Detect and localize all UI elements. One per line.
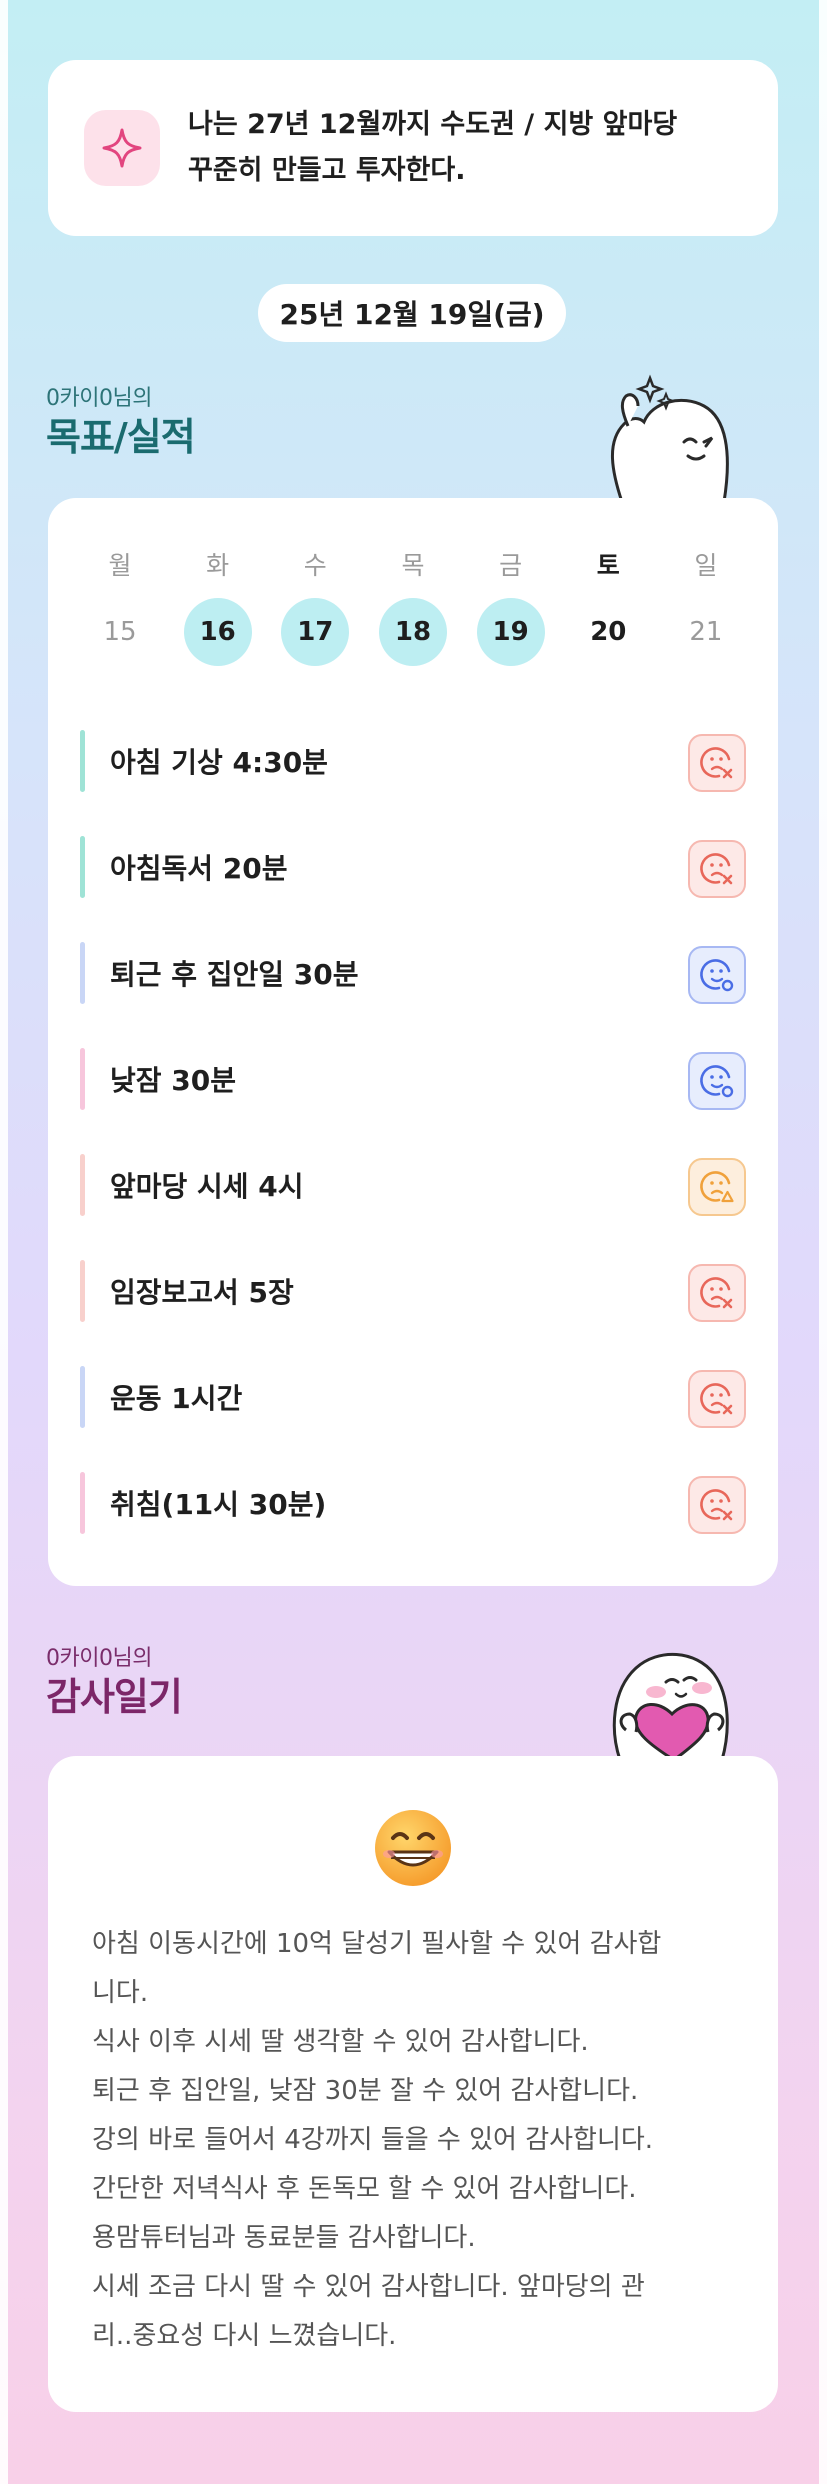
gratitude-line: 강의 바로 들어서 4강까지 들을 수 있어 감사합니다. <box>92 2125 654 2155</box>
ok-face-icon[interactable] <box>688 1052 746 1110</box>
task-label: 앞마당 시세 4시 <box>110 1170 304 1203</box>
ghost-mascot-icon <box>592 372 752 506</box>
task-color-bar <box>80 1048 85 1110</box>
gratitude-card: 아침 이동시간에 10억 달성기 필사할 수 있어 감사합 니다. 식사 이후 … <box>48 1756 778 2412</box>
task-label: 임장보고서 5장 <box>110 1276 294 1309</box>
date-selector[interactable]: 25년 12월 19일(금) <box>258 284 566 342</box>
gratitude-line: 간단한 저녁식사 후 돈독모 할 수 있어 감사합니다. <box>92 2174 637 2204</box>
date-cell[interactable]: 21 <box>672 598 740 666</box>
fail-face-icon[interactable] <box>688 840 746 898</box>
task-color-bar <box>80 1366 85 1428</box>
task-color-bar <box>80 1472 85 1534</box>
gratitude-line: 식사 이후 시세 딸 생각할 수 있어 감사합니다. <box>92 2027 589 2057</box>
task-row[interactable]: 아침 기상 4:30분 <box>80 708 746 814</box>
weekday-label: 수 <box>303 551 327 580</box>
weekday-label: 일 <box>694 551 718 580</box>
goal-statement: 나는 27년 12월까지 수도권 / 지방 앞마당 꾸준히 만들고 투자한다. <box>188 102 677 194</box>
weekday-label: 화 <box>206 551 230 580</box>
ghost-heart-mascot-icon <box>592 1634 752 1764</box>
task-color-bar <box>80 730 85 792</box>
task-label: 아침독서 20분 <box>110 852 288 885</box>
sparkle-icon <box>84 110 160 186</box>
gratitude-line: 용맘튜터님과 동료분들 감사합니다. <box>92 2223 476 2253</box>
goal-line: 꾸준히 만들고 투자한다. <box>188 155 466 186</box>
weekday-label: 토 <box>596 551 620 580</box>
task-row[interactable]: 아침독서 20분 <box>80 814 746 920</box>
page: 나는 27년 12월까지 수도권 / 지방 앞마당 꾸준히 만들고 투자한다. … <box>0 0 827 2484</box>
date-cell-completed[interactable]: 16 <box>183 598 252 666</box>
date-cell-completed[interactable]: 18 <box>378 598 447 666</box>
date-cell-today[interactable]: 20 <box>574 598 642 666</box>
weekday-header: 월 화 수 목 금 토 일 <box>86 546 740 582</box>
fail-face-icon[interactable] <box>688 1476 746 1534</box>
gratitude-line: 시세 조금 다시 딸 수 있어 감사합니다. 앞마당의 관 <box>92 2272 645 2302</box>
gratitude-text: 아침 이동시간에 10억 달성기 필사할 수 있어 감사합 니다. 식사 이후 … <box>92 1920 738 2361</box>
task-row[interactable]: 퇴근 후 집안일 30분 <box>80 920 746 1026</box>
gratitude-line: 리..중요성 다시 느꼈습니다. <box>92 2321 397 2351</box>
gratitude-line: 아침 이동시간에 10억 달성기 필사할 수 있어 감사합 <box>92 1929 662 1959</box>
goal-line: 나는 27년 12월까지 수도권 / 지방 앞마당 <box>188 109 678 140</box>
task-list: 아침 기상 4:30분 아침독서 20분 퇴근 후 집안일 30분 낮잠 30분 <box>80 708 746 1556</box>
fail-face-icon[interactable] <box>688 734 746 792</box>
week-dates: 15 16 17 18 19 20 21 <box>86 598 740 666</box>
gratitude-line: 퇴근 후 집안일, 낮잠 30분 잘 수 있어 감사합니다. <box>92 2076 639 2106</box>
task-label: 운동 1시간 <box>110 1382 243 1415</box>
date-cell-completed[interactable]: 19 <box>476 598 545 666</box>
task-color-bar <box>80 836 85 898</box>
warn-face-icon[interactable] <box>688 1158 746 1216</box>
task-row[interactable]: 취침(11시 30분) <box>80 1450 746 1556</box>
fail-face-icon[interactable] <box>688 1370 746 1428</box>
task-label: 아침 기상 4:30분 <box>110 746 328 779</box>
goal-card: 나는 27년 12월까지 수도권 / 지방 앞마당 꾸준히 만들고 투자한다. <box>48 60 778 236</box>
task-label: 취침(11시 30분) <box>110 1488 327 1521</box>
goals-section-title: 목표/실적 <box>46 415 196 459</box>
task-color-bar <box>80 1260 85 1322</box>
grinning-face-icon <box>371 1806 455 1890</box>
gratitude-line: 니다. <box>92 1978 149 2008</box>
task-label: 낮잠 30분 <box>110 1064 236 1097</box>
task-row[interactable]: 앞마당 시세 4시 <box>80 1132 746 1238</box>
weekday-label: 월 <box>108 551 132 580</box>
task-row[interactable]: 운동 1시간 <box>80 1344 746 1450</box>
date-cell-completed[interactable]: 17 <box>281 598 350 666</box>
gratitude-section-title: 감사일기 <box>46 1675 183 1719</box>
date-cell[interactable]: 15 <box>86 598 154 666</box>
task-color-bar <box>80 1154 85 1216</box>
fail-face-icon[interactable] <box>688 1264 746 1322</box>
task-row[interactable]: 낮잠 30분 <box>80 1026 746 1132</box>
task-row[interactable]: 임장보고서 5장 <box>80 1238 746 1344</box>
ok-face-icon[interactable] <box>688 946 746 1004</box>
weekday-label: 금 <box>499 551 523 580</box>
weekday-label: 목 <box>401 551 425 580</box>
task-color-bar <box>80 942 85 1004</box>
goals-card: 월 화 수 목 금 토 일 15 16 17 18 19 20 21 아침 기상… <box>48 498 778 1586</box>
task-label: 퇴근 후 집안일 30분 <box>110 958 359 991</box>
